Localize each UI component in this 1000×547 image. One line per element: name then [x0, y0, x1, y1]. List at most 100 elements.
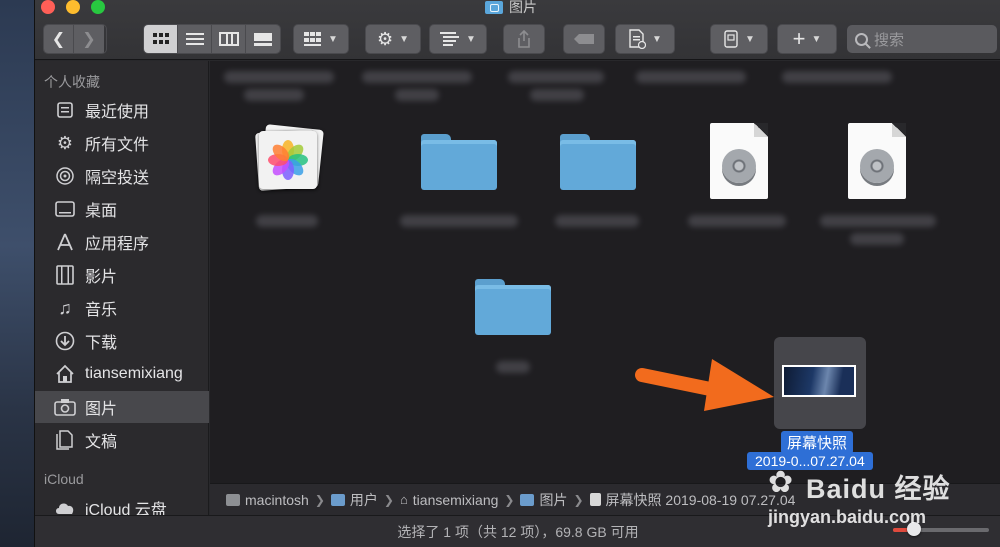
selected-file-tile[interactable]: [774, 337, 866, 429]
view-mode-control: [143, 24, 281, 54]
sidebar-item-desktop[interactable]: 桌面: [35, 193, 209, 225]
edit-tags-button[interactable]: [563, 24, 605, 54]
sidebar-item-label: 文稿: [85, 434, 118, 451]
blurred-file-label: [530, 89, 584, 101]
breadcrumb-label: 图片: [539, 491, 568, 508]
folder-icon: [330, 493, 345, 506]
favorites-header: 个人收藏: [44, 74, 100, 90]
folder-body: [421, 140, 497, 190]
gallery-view-button[interactable]: [246, 25, 280, 53]
photos-flower-icon: [268, 140, 308, 180]
search-icon: [855, 32, 868, 46]
pictures-folder-icon: [485, 0, 503, 14]
back-button[interactable]: ❮: [44, 25, 74, 53]
document-add-icon: [629, 29, 647, 49]
search-placeholder: 搜索: [874, 31, 905, 49]
baidu-jingyan-watermark: ✿ Baidu 经验 jingyan.baidu.com: [762, 465, 992, 541]
blurred-file-label: [244, 89, 304, 101]
list-icon: [185, 33, 204, 45]
group-by-button[interactable]: ▼: [293, 24, 349, 54]
share-button[interactable]: [503, 24, 545, 54]
chevron-down-icon: ▼: [652, 33, 662, 45]
selected-file-name[interactable]: 屏幕快照: [781, 431, 854, 454]
new-document-button[interactable]: ▼: [615, 24, 675, 54]
sidebar-item-applications[interactable]: 应用程序: [35, 226, 209, 258]
list-view-button[interactable]: [178, 25, 212, 53]
sidebar-item-label: 桌面: [85, 203, 118, 220]
close-window-button[interactable]: [41, 0, 55, 14]
chevron-right-icon: ❯: [573, 492, 584, 507]
sidebar-item-movies[interactable]: 影片: [35, 259, 209, 291]
sidebar-item-all-files[interactable]: ⚙ 所有文件: [35, 127, 209, 159]
tag-icon: [574, 34, 594, 44]
breadcrumb-home[interactable]: ⌂ tiansemixiang: [400, 492, 498, 508]
blurred-file-label: [362, 71, 472, 83]
hard-drive-icon: [226, 493, 240, 506]
sidebar-item-label: 隔空投送: [85, 170, 150, 187]
utility-menu-button[interactable]: ▼: [710, 24, 768, 54]
sidebar-item-downloads[interactable]: 下载: [35, 325, 209, 357]
sidebar-item-label: 影片: [85, 269, 118, 286]
search-field[interactable]: 搜索: [847, 25, 997, 53]
zoom-window-button[interactable]: [91, 0, 105, 14]
page-fold: [892, 123, 906, 137]
baidu-paw-icon: ✿: [768, 466, 794, 499]
blurred-file-label: [636, 71, 746, 83]
blurred-file-label: [395, 89, 439, 101]
sidebar-item-airdrop[interactable]: 隔空投送: [35, 160, 209, 192]
page-fold: [754, 123, 768, 137]
blurred-file-label: [400, 215, 518, 227]
window-title-text: 图片: [509, 0, 537, 15]
music-icon: ♫: [58, 297, 72, 318]
camera-icon: [53, 395, 77, 419]
folder-body: [475, 285, 551, 335]
icon-view-button[interactable]: [144, 25, 178, 53]
download-icon: [53, 329, 77, 353]
disk-image-icon[interactable]: [848, 123, 906, 199]
sidebar-item-home[interactable]: tiansemixiang: [35, 358, 209, 390]
action-menu-button[interactable]: ⚙ ▼: [365, 24, 421, 54]
chevron-right-icon: ❯: [82, 31, 96, 48]
blurred-file-label: [850, 233, 904, 245]
share-icon: [518, 30, 530, 48]
folder-icon: [520, 493, 535, 506]
chevron-right-icon: ❯: [314, 492, 325, 507]
disk-image-icon[interactable]: [710, 123, 768, 199]
chevron-right-icon: ❯: [383, 492, 394, 507]
gallery-icon: [254, 33, 272, 46]
sidebar: 个人收藏 最近使用 ⚙ 所有文件 隔空投送 桌面 应用程序 影片 ♫ 音乐 下载…: [35, 61, 209, 519]
recents-icon: [53, 98, 77, 122]
sidebar-item-label: 下载: [85, 335, 118, 352]
sidebar-item-documents[interactable]: 文稿: [35, 424, 209, 456]
chevron-down-icon: ▼: [466, 33, 476, 45]
sidebar-item-pictures[interactable]: 图片: [35, 391, 209, 423]
breadcrumb-pictures[interactable]: 图片: [520, 490, 567, 510]
arrange-button[interactable]: ▼: [429, 24, 487, 54]
watermark-brand: Baidu 经验: [806, 474, 951, 504]
sidebar-item-recents[interactable]: 最近使用: [35, 94, 209, 126]
breadcrumb-label: tiansemixiang: [412, 491, 499, 508]
icloud-header: iCloud: [44, 471, 84, 487]
sidebar-item-music[interactable]: ♫ 音乐: [35, 292, 209, 324]
navigation-buttons: ❮ ❯: [43, 24, 107, 54]
sidebar-item-label: 应用程序: [85, 236, 150, 253]
breadcrumb-macintosh[interactable]: macintosh: [226, 492, 309, 508]
home-icon: ⌂: [399, 492, 408, 507]
forward-button[interactable]: ❯: [74, 25, 104, 53]
sidebar-item-label: 最近使用: [85, 104, 150, 121]
folder-icon[interactable]: [475, 279, 551, 335]
sidebar-item-label: 所有文件: [85, 137, 150, 154]
breadcrumb-label: macintosh: [245, 491, 309, 508]
chevron-right-icon: ❯: [504, 492, 515, 507]
hard-disk-glyph: [860, 149, 894, 183]
folder-icon[interactable]: [560, 134, 636, 190]
folder-icon[interactable]: [421, 134, 497, 190]
hard-disk-glyph: [722, 149, 756, 183]
add-menu-button[interactable]: + ▼: [777, 24, 837, 54]
plus-icon: +: [792, 26, 806, 51]
photos-library-icon[interactable]: [253, 124, 324, 191]
column-view-button[interactable]: [212, 25, 246, 53]
minimize-window-button[interactable]: [66, 0, 80, 14]
breadcrumb-users[interactable]: 用户: [330, 490, 378, 510]
photo-card: [259, 131, 317, 189]
